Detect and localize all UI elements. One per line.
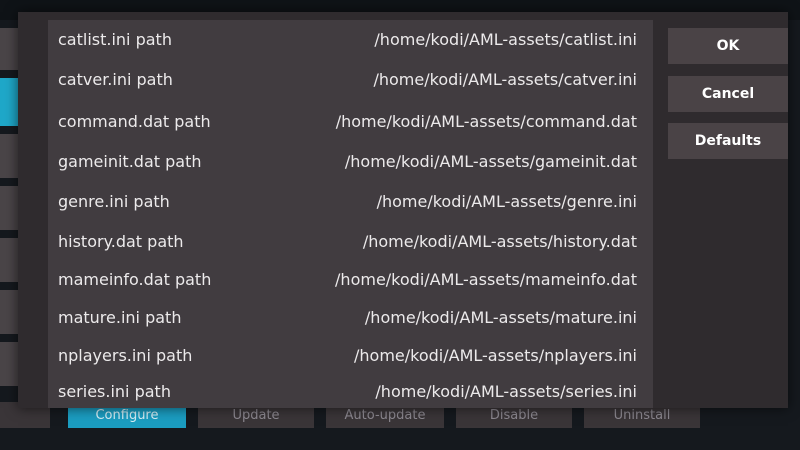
setting-label: gameinit.dat path (58, 151, 202, 171)
defaults-button[interactable]: Defaults (668, 123, 788, 159)
setting-label: series.ini path (58, 381, 171, 401)
setting-value: /home/kodi/AML-assets/nplayers.ini (354, 345, 637, 365)
setting-value: /home/kodi/AML-assets/series.ini (375, 381, 637, 401)
setting-label: genre.ini path (58, 191, 170, 211)
setting-label: mature.ini path (58, 307, 182, 327)
setting-label: command.dat path (58, 111, 211, 131)
setting-row-command[interactable]: command.dat path /home/kodi/AML-assets/c… (48, 106, 653, 136)
setting-value: /home/kodi/AML-assets/mameinfo.dat (335, 269, 637, 289)
setting-label: catver.ini path (58, 69, 173, 89)
setting-row-gameinit[interactable]: gameinit.dat path /home/kodi/AML-assets/… (48, 146, 653, 176)
setting-value: /home/kodi/AML-assets/catver.ini (373, 69, 637, 89)
setting-label: history.dat path (58, 231, 184, 251)
cancel-button[interactable]: Cancel (668, 76, 788, 112)
setting-label: catlist.ini path (58, 29, 172, 49)
settings-dialog: catlist.ini path /home/kodi/AML-assets/c… (18, 12, 788, 408)
setting-value: /home/kodi/AML-assets/catlist.ini (374, 29, 637, 49)
setting-row-series[interactable]: series.ini path /home/kodi/AML-assets/se… (48, 376, 653, 406)
settings-list: catlist.ini path /home/kodi/AML-assets/c… (48, 20, 653, 408)
setting-row-catver[interactable]: catver.ini path /home/kodi/AML-assets/ca… (48, 64, 653, 94)
setting-label: mameinfo.dat path (58, 269, 212, 289)
setting-value: /home/kodi/AML-assets/command.dat (335, 111, 637, 131)
ok-button[interactable]: OK (668, 28, 788, 64)
setting-value: /home/kodi/AML-assets/genre.ini (376, 191, 637, 211)
setting-row-mameinfo[interactable]: mameinfo.dat path /home/kodi/AML-assets/… (48, 264, 653, 294)
setting-row-mature[interactable]: mature.ini path /home/kodi/AML-assets/ma… (48, 302, 653, 332)
setting-row-catlist[interactable]: catlist.ini path /home/kodi/AML-assets/c… (48, 24, 653, 54)
setting-row-history[interactable]: history.dat path /home/kodi/AML-assets/h… (48, 226, 653, 256)
setting-row-nplayers[interactable]: nplayers.ini path /home/kodi/AML-assets/… (48, 340, 653, 370)
setting-value: /home/kodi/AML-assets/gameinit.dat (344, 151, 637, 171)
setting-label: nplayers.ini path (58, 345, 193, 365)
setting-value: /home/kodi/AML-assets/history.dat (362, 231, 637, 251)
setting-row-genre[interactable]: genre.ini path /home/kodi/AML-assets/gen… (48, 186, 653, 216)
setting-value: /home/kodi/AML-assets/mature.ini (364, 307, 637, 327)
